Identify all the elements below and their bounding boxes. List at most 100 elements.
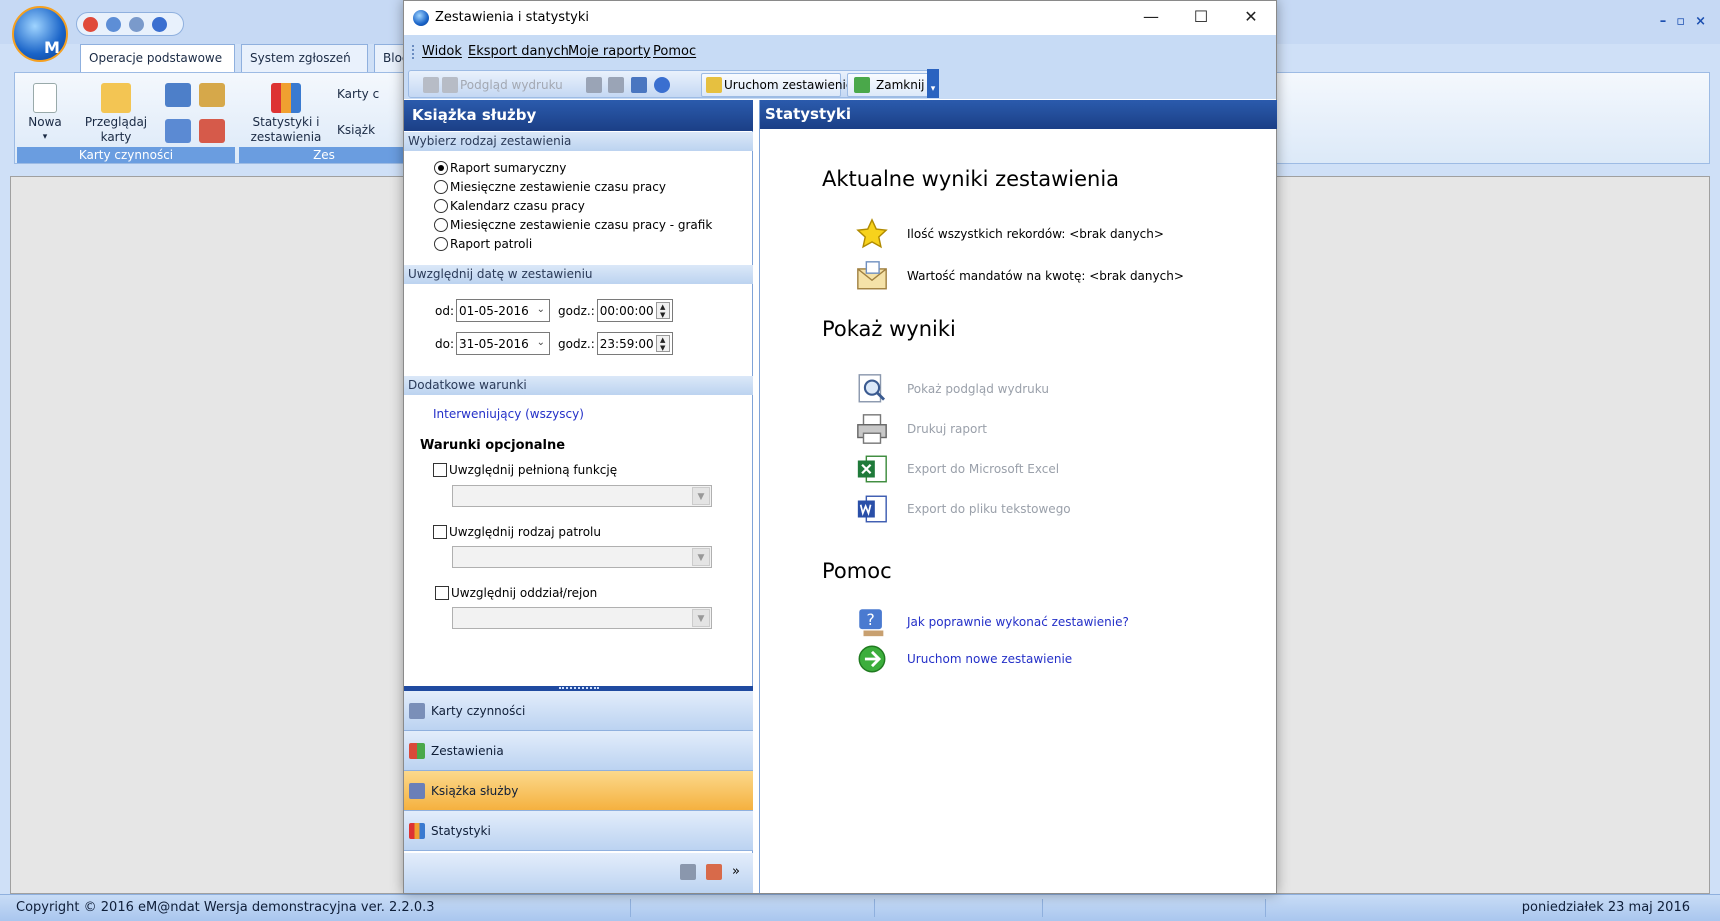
section-report-type: Wybierz rodzaj zestawienia bbox=[404, 132, 753, 151]
grid-icon[interactable] bbox=[199, 119, 225, 143]
note-icon[interactable] bbox=[706, 864, 722, 880]
quick-access-toolbar bbox=[76, 12, 184, 36]
to-time-field[interactable]: 23:59:00 ▲ ▼ bbox=[596, 332, 673, 355]
check-division[interactable]: Uwzględnij oddział/rejon bbox=[435, 586, 597, 600]
checkbox[interactable] bbox=[433, 463, 447, 477]
save-icon[interactable] bbox=[129, 17, 144, 32]
print-report-label: Drukuj raport bbox=[907, 422, 987, 436]
radio-button[interactable] bbox=[434, 218, 448, 232]
to-date-picker[interactable]: 31-05-2016 ⌄ bbox=[456, 332, 551, 355]
dialog-minimize-button[interactable]: — bbox=[1126, 1, 1176, 35]
table-icon[interactable] bbox=[586, 77, 602, 93]
run-wand-icon bbox=[706, 77, 722, 93]
radio-kalendarz[interactable]: Kalendarz czasu pracy bbox=[434, 199, 585, 213]
dialog-maximize-button[interactable]: ☐ bbox=[1176, 1, 1226, 35]
new-button[interactable]: Nowa ▾ bbox=[19, 81, 71, 145]
print-report[interactable]: Drukuj raport bbox=[855, 412, 987, 446]
close-report-label: Zamknij bbox=[876, 78, 925, 92]
background-window-buttons: – ▫ × bbox=[1660, 14, 1706, 29]
browse-cards-button[interactable]: Przeglądaj karty bbox=[75, 81, 157, 145]
chart-edit-icon[interactable] bbox=[631, 77, 647, 93]
stats-reports-button[interactable]: Statystyki i zestawienia bbox=[241, 81, 331, 145]
dialog-close-button[interactable]: ✕ bbox=[1226, 1, 1276, 35]
radio-raport-sumaryczny[interactable]: Raport sumaryczny bbox=[434, 161, 566, 175]
chevron-down-icon[interactable]: ▼ bbox=[692, 609, 710, 627]
ribbon-tabs: Operacje podstawowe System zgłoszeń Bloc bbox=[80, 44, 404, 72]
menu-pomoc[interactable]: Pomoc bbox=[653, 44, 696, 59]
tab-operacje-podstawowe[interactable]: Operacje podstawowe bbox=[80, 44, 235, 72]
toolbar: Podgląd wydruku Uruchom zestawienie Zamk… bbox=[404, 69, 1276, 99]
close-report-button[interactable]: Zamknij bbox=[847, 73, 929, 97]
grid-icon bbox=[409, 742, 425, 759]
menu-grip bbox=[412, 45, 415, 59]
radio-miesieczne-zestawienie[interactable]: Miesięczne zestawienie czasu pracy bbox=[434, 180, 666, 194]
help-icon[interactable] bbox=[152, 17, 167, 32]
edit-icon[interactable] bbox=[165, 119, 191, 143]
print-preview-icon[interactable] bbox=[442, 77, 458, 93]
stats-label-line1: Statystyki i bbox=[252, 115, 320, 129]
spinner-icon[interactable]: ▲ ▼ bbox=[655, 335, 670, 352]
help-how-to-link[interactable]: ? Jak poprawnie wykonać zestawienie? bbox=[855, 605, 1129, 639]
check-function[interactable]: Uwzględnij pełnioną funkcję bbox=[433, 463, 617, 477]
copy-icon[interactable] bbox=[680, 864, 696, 880]
menu-moje-raporty[interactable]: Moje raporty bbox=[568, 44, 651, 59]
show-print-preview-label: Pokaż podgląd wydruku bbox=[907, 382, 1049, 396]
toolbar-strip: Podgląd wydruku Uruchom zestawienie Zamk… bbox=[408, 70, 936, 98]
nav-statystyki[interactable]: Statystyki bbox=[404, 811, 753, 851]
radio-miesieczne-grafik[interactable]: Miesięczne zestawienie czasu pracy - gra… bbox=[434, 218, 712, 232]
nav-karty-czynnosci[interactable]: Karty czynności bbox=[404, 691, 753, 731]
chevron-down-icon[interactable]: ⌄ bbox=[537, 337, 545, 348]
help-lifebuoy-icon[interactable] bbox=[83, 17, 98, 32]
star-icon bbox=[856, 218, 888, 249]
tab-system-zgloszen[interactable]: System zgłoszeń bbox=[241, 44, 368, 72]
run-report-button[interactable]: Uruchom zestawienie bbox=[701, 73, 853, 97]
radio-button[interactable] bbox=[434, 237, 448, 251]
radio-button[interactable] bbox=[434, 180, 448, 194]
cards-icon bbox=[409, 702, 425, 719]
tab-bloc[interactable]: Bloc bbox=[374, 44, 404, 72]
checkbox[interactable] bbox=[433, 525, 447, 539]
menu-eksport-danych[interactable]: Eksport danych bbox=[468, 44, 569, 59]
run-new-report-link[interactable]: Uruchom nowe zestawienie bbox=[855, 642, 1072, 676]
toolbar-overflow-chevron[interactable]: ▾ bbox=[927, 69, 939, 98]
from-date-value: 01-05-2016 bbox=[459, 304, 529, 318]
minimize-icon[interactable]: – bbox=[1660, 14, 1667, 29]
browser-icon[interactable] bbox=[106, 17, 121, 32]
chevron-more-icon[interactable]: » bbox=[732, 864, 748, 880]
export-text[interactable]: Export do pliku tekstowego bbox=[855, 492, 1071, 526]
patrol-type-combo[interactable]: ▼ bbox=[452, 546, 712, 568]
menu-widok[interactable]: Widok bbox=[422, 44, 462, 59]
status-copyright: Copyright © 2016 eM@ndat Wersja demonstr… bbox=[16, 900, 435, 915]
from-time-field[interactable]: 00:00:00 ▲ ▼ bbox=[596, 299, 673, 322]
camera-icon[interactable] bbox=[165, 83, 191, 107]
export-excel[interactable]: Export do Microsoft Excel bbox=[855, 452, 1059, 486]
spinner-icon[interactable]: ▲ ▼ bbox=[655, 302, 670, 319]
print-icon[interactable] bbox=[423, 77, 439, 93]
bar-chart-icon bbox=[271, 83, 301, 113]
search-map-icon[interactable] bbox=[199, 83, 225, 107]
function-combo[interactable]: ▼ bbox=[452, 485, 712, 507]
show-print-preview[interactable]: Pokaż podgląd wydruku bbox=[855, 372, 1049, 406]
help-icon[interactable] bbox=[654, 77, 670, 93]
browse-label-line2: karty bbox=[100, 130, 132, 144]
app-logo[interactable]: M bbox=[12, 6, 68, 62]
close-icon[interactable]: × bbox=[1695, 14, 1706, 29]
radio-button[interactable] bbox=[434, 199, 448, 213]
table-export-icon[interactable] bbox=[608, 77, 624, 93]
maximize-icon[interactable]: ▫ bbox=[1676, 14, 1685, 29]
from-date-picker[interactable]: 01-05-2016 ⌄ bbox=[456, 299, 551, 322]
nav-ksiazka-sluzby[interactable]: Książka służby bbox=[404, 771, 753, 811]
new-button-label: Nowa bbox=[28, 115, 62, 129]
division-combo[interactable]: ▼ bbox=[452, 607, 712, 629]
intervener-link[interactable]: Interweniujący (wszyscy) bbox=[433, 407, 584, 421]
radio-raport-patroli[interactable]: Raport patroli bbox=[434, 237, 532, 251]
chevron-down-icon[interactable]: ⌄ bbox=[537, 304, 545, 315]
nav-zestawienia[interactable]: Zestawienia bbox=[404, 731, 753, 771]
to-date-value: 31-05-2016 bbox=[459, 337, 529, 351]
chevron-down-icon[interactable]: ▼ bbox=[692, 548, 710, 566]
check-patrol-type[interactable]: Uwzględnij rodzaj patrolu bbox=[433, 525, 601, 539]
radio-button[interactable] bbox=[434, 161, 448, 175]
checkbox[interactable] bbox=[435, 586, 449, 600]
chevron-down-icon[interactable]: ▼ bbox=[692, 487, 710, 505]
print-preview-button[interactable]: Podgląd wydruku bbox=[460, 78, 563, 92]
